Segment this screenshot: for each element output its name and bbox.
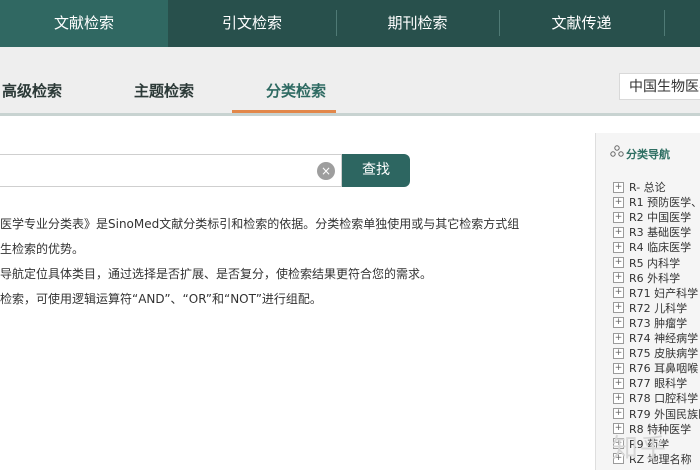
tree-item-label: R74 神经病学: [629, 332, 699, 345]
tree-item[interactable]: + R1 预防医学、: [613, 194, 700, 209]
expand-icon[interactable]: +: [613, 272, 624, 284]
tree-item[interactable]: + R4 临床医学: [613, 239, 691, 254]
expand-icon[interactable]: +: [613, 408, 624, 419]
expand-icon[interactable]: +: [613, 257, 624, 268]
tree-item[interactable]: + R72 儿科学: [613, 300, 687, 315]
tree-item-label: R4 临床医学: [629, 241, 692, 255]
expand-icon[interactable]: +: [613, 392, 624, 404]
tree-item-label: R71 妇产科学: [629, 286, 699, 300]
tab-classification-search[interactable]: 分类检索: [266, 80, 326, 101]
description-line: 检索，可使用逻辑运算符“AND”、“OR”和“NOT”进行组配。: [0, 292, 322, 306]
expand-icon[interactable]: +: [613, 332, 624, 344]
watermark: 知乎: [612, 434, 669, 464]
expand-icon[interactable]: +: [613, 317, 624, 329]
tree-item[interactable]: + R73 肿瘤学: [613, 315, 687, 330]
tree-item-label: R77 眼科学: [629, 377, 688, 391]
expand-icon[interactable]: +: [613, 196, 624, 208]
tree-item-label: R1 预防医学、: [629, 196, 700, 210]
tree-item[interactable]: + R77 眼科学: [613, 375, 687, 390]
tree-item-label: R6 外科学: [629, 271, 681, 285]
tree-item-label: R3 基础医学: [629, 226, 692, 240]
divider: [0, 113, 700, 116]
tab-citation-search[interactable]: 引文检索: [168, 0, 336, 47]
tree-item-label: R2 中国医学: [629, 211, 692, 225]
expand-icon[interactable]: +: [613, 377, 624, 389]
expand-icon[interactable]: +: [613, 347, 624, 359]
expand-icon[interactable]: +: [613, 211, 624, 223]
tree-item[interactable]: + R75 皮肤病学: [613, 345, 698, 360]
tree-item-label: R75 皮肤病学: [629, 347, 699, 361]
tree-item[interactable]: + R5 内科学: [613, 255, 680, 270]
expand-icon[interactable]: +: [613, 287, 624, 299]
tab-subject-search[interactable]: 主题检索: [134, 80, 194, 101]
panel-title: 分类导航: [626, 148, 670, 161]
tree-item-label: R76 耳鼻咽喉: [629, 362, 699, 376]
tree-item[interactable]: + R71 妇产科学: [613, 285, 698, 300]
expand-icon[interactable]: +: [613, 226, 624, 238]
panel-header: 分类导航: [596, 133, 700, 171]
description-line: 生检索的优势。: [0, 242, 85, 256]
tree-item[interactable]: + R3 基础医学: [613, 224, 691, 239]
tree-item-label: R78 口腔科学: [629, 392, 699, 406]
tree-item-label: R72 儿科学: [629, 301, 688, 315]
search-button[interactable]: 查找: [342, 154, 410, 187]
expand-icon[interactable]: +: [613, 302, 624, 314]
tree-item[interactable]: + R76 耳鼻咽喉: [613, 360, 698, 375]
clear-icon[interactable]: ×: [317, 162, 335, 180]
nav-divider: [664, 10, 665, 36]
tree-item[interactable]: + R74 神经病学: [613, 330, 698, 345]
tab-literature-search[interactable]: 文献检索: [0, 0, 168, 47]
tab-document-delivery[interactable]: 文献传递: [499, 0, 664, 47]
top-nav: 文献检索 引文检索 期刊检索 文献传递: [0, 0, 700, 47]
description-line: 导航定位具体类目，通过选择是否扩展、是否复分，使检索结果更符合您的需求。: [0, 267, 433, 281]
expand-icon[interactable]: +: [613, 362, 624, 374]
classification-nav-panel: 分类导航 + R- 总论 + R1 预防医学、 + R2 中国医学 + R3 基础医学 + R4 …: [595, 133, 700, 470]
tree-item[interactable]: + R78 口腔科学: [613, 390, 698, 405]
expand-icon[interactable]: +: [613, 241, 624, 253]
tree-icon: [610, 145, 624, 157]
tree-item[interactable]: + R79 外国民族医学: [613, 406, 700, 421]
tree-item[interactable]: + R- 总论: [613, 179, 666, 194]
tab-journal-search[interactable]: 期刊检索: [336, 0, 499, 47]
tab-advanced-search[interactable]: 高级检索: [2, 80, 62, 101]
database-select[interactable]: 中国生物医学: [619, 73, 700, 100]
tree-item[interactable]: + R2 中国医学: [613, 209, 691, 224]
search-mode-bar: 高级检索 主题检索 分类检索: [0, 47, 700, 113]
tree-item-label: R- 总论: [629, 181, 666, 194]
tree-item[interactable]: + R6 外科学: [613, 270, 680, 285]
expand-icon[interactable]: +: [613, 181, 624, 193]
search-input[interactable]: [0, 154, 342, 187]
tree-item-label: R73 肿瘤学: [629, 316, 688, 330]
description-line: 医学专业分类表》是SinoMed文献分类标引和检索的依据。分类检索单独使用或与其…: [0, 217, 520, 231]
tree-item-label: R79 外国民族医学: [629, 407, 700, 421]
tree-item-label: R5 内科学: [629, 256, 681, 270]
